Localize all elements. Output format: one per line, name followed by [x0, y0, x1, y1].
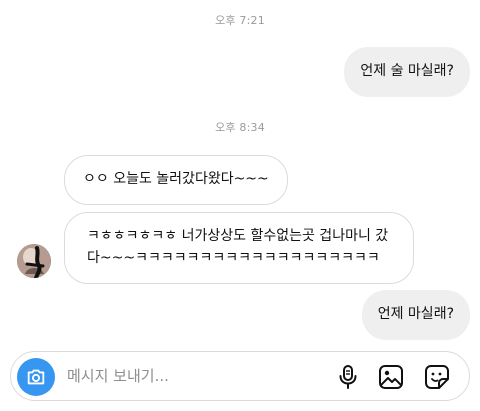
gallery-button[interactable] — [377, 363, 405, 391]
sent-message[interactable]: 언제 마실래? — [361, 290, 470, 340]
microphone-icon — [339, 365, 357, 389]
timestamp: 오후 7:21 — [215, 14, 265, 27]
voice-message-button[interactable] — [334, 363, 362, 391]
avatar[interactable] — [17, 244, 51, 278]
avatar-photo-icon — [17, 244, 51, 278]
message-input[interactable] — [67, 364, 317, 388]
sent-message[interactable]: 언제 술 마실래? — [344, 47, 470, 97]
received-message[interactable]: ㅋㅎㅎㅋㅎㅋㅎ 너가상상도 할수없는곳 겁나마니 갔다~~~ㅋㅋㅋㅋㅋㅋㅋㅋㅋㅋ… — [64, 212, 414, 284]
gallery-icon — [379, 365, 403, 389]
sticker-button[interactable] — [423, 363, 451, 391]
sticker-icon — [425, 365, 449, 389]
message-composer — [10, 351, 470, 401]
received-message[interactable]: ㅇㅇ 오늘도 놀러갔다왔다~~~ — [64, 155, 288, 205]
camera-button[interactable] — [17, 358, 55, 396]
camera-icon — [27, 369, 45, 385]
timestamp: 오후 8:34 — [215, 121, 265, 134]
